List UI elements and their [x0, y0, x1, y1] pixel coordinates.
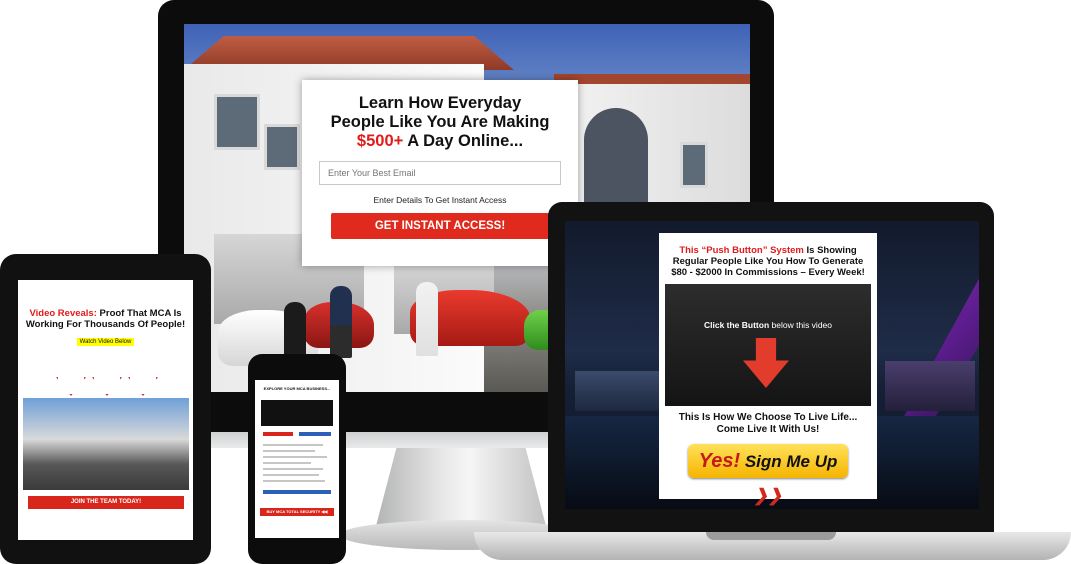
- phone-text-line: [263, 444, 323, 446]
- phone-screen: EXPLORE YOUR MCA BUSINESS... BUY MCA TOT…: [255, 380, 339, 538]
- video-caption-bold: Click the Button: [703, 320, 770, 330]
- optin-note: Enter Details To Get Instant Access: [373, 195, 507, 205]
- video-player[interactable]: [23, 398, 189, 490]
- buy-mca-button[interactable]: BUY MCA TOTAL SECURITY ◀◀: [260, 508, 334, 516]
- video-player[interactable]: [261, 400, 333, 426]
- sign-me-up-label: Sign Me Up: [740, 452, 838, 471]
- phone-headline: EXPLORE YOUR MCA BUSINESS...: [263, 386, 331, 391]
- person: [330, 286, 352, 358]
- phone-text-line: [263, 462, 311, 464]
- arrow-down-icon: [128, 354, 158, 396]
- city-skyline: [885, 361, 975, 411]
- landing-headline-highlight: This “Push Button” System: [679, 245, 804, 256]
- optin-headline-line: People Like You Are Making: [330, 113, 550, 131]
- house-window: [264, 124, 300, 170]
- phone-text-line: [263, 450, 315, 452]
- optin-headline-line: $500+ A Day Online...: [312, 132, 568, 151]
- optin-box: Learn How Everyday People Like You Are M…: [302, 80, 578, 266]
- email-input[interactable]: [319, 161, 561, 185]
- monitor-stand: [376, 448, 546, 526]
- arrow-down-icon: [56, 354, 86, 396]
- person: [416, 282, 438, 356]
- tablet-headline-highlight: Video Reveals:: [29, 308, 97, 319]
- phone-bar: [263, 432, 293, 436]
- house-window: [214, 94, 260, 150]
- landing-subheadline: This Is How We Choose To Live Life... Co…: [659, 412, 877, 436]
- video-caption-rest: below this video: [769, 320, 832, 330]
- phone-bar: [299, 432, 331, 436]
- landing-subheadline-line: This Is How We Choose To Live Life...: [678, 412, 858, 423]
- optin-headline-line: Learn How Everyday: [358, 94, 522, 112]
- join-the-team-button[interactable]: JOIN THE TEAM TODAY!: [28, 496, 184, 509]
- optin-headline: Learn How Everyday People Like You Are M…: [312, 94, 568, 151]
- arrow-down-icon: [743, 338, 789, 388]
- laptop-notch: [706, 532, 836, 540]
- house-window: [680, 142, 708, 188]
- phone-text-line: [263, 474, 319, 476]
- phone-text-line: [263, 480, 325, 482]
- city-skyline: [575, 371, 665, 411]
- tablet-screen: Video Reveals: Proof That MCA Is Working…: [18, 280, 193, 540]
- landing-headline: This “Push Button” System Is Showing Reg…: [665, 245, 871, 278]
- optin-headline-amount: $500+: [356, 132, 404, 150]
- video-caption: Click the Button below this video: [665, 320, 871, 330]
- tablet-headline: Video Reveals: Proof That MCA Is Working…: [22, 308, 189, 330]
- sign-me-up-button[interactable]: Yes! Sign Me Up ❯❯: [688, 444, 848, 505]
- phone-bar: [263, 490, 331, 494]
- chevron-right-icon: ❯❯: [753, 486, 783, 505]
- phone-text-line: [263, 456, 327, 458]
- video-player[interactable]: Click the Button below this video: [665, 284, 871, 406]
- landing-panel: This “Push Button” System Is Showing Reg…: [659, 233, 877, 505]
- sign-me-up-emphasis: Yes!: [698, 450, 741, 472]
- arrow-down-icon: [92, 354, 122, 396]
- person: [284, 302, 306, 362]
- watch-video-tag: Watch Video Below: [76, 338, 135, 346]
- phone-text-line: [263, 468, 323, 470]
- get-instant-access-button[interactable]: GET INSTANT ACCESS!: [331, 213, 549, 239]
- optin-headline-rest: A Day Online...: [403, 132, 524, 150]
- landing-subheadline-line: Come Live It With Us!: [716, 424, 820, 435]
- house-arch: [584, 108, 648, 204]
